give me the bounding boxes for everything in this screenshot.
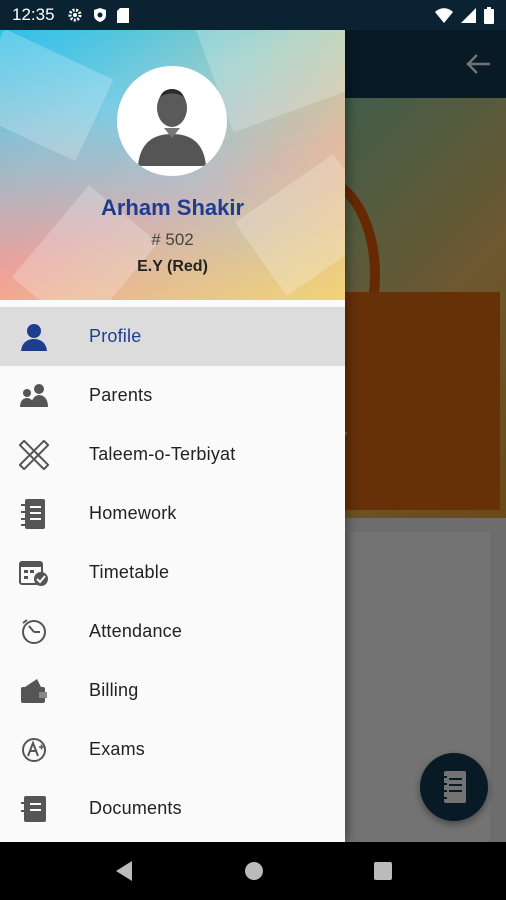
drawer-header: Arham Shakir # 502 E.Y (Red) — [0, 30, 345, 300]
menu-item-timetable[interactable]: Timetable — [0, 543, 345, 602]
menu-item-profile[interactable]: Profile — [0, 307, 345, 366]
header-shard — [0, 30, 114, 162]
menu-item-billing[interactable]: Billing — [0, 661, 345, 720]
menu-item-label: Exams — [89, 739, 146, 759]
menu-item-label: Attendance — [89, 621, 183, 641]
avatar[interactable] — [117, 66, 227, 176]
user-silhouette-icon — [138, 89, 206, 166]
tools-icon — [18, 439, 50, 471]
menu-item-exams[interactable]: Exams — [0, 720, 345, 779]
user-id: # 502 — [151, 230, 194, 249]
wallet-icon — [18, 675, 50, 707]
menu-item-label: Parents — [89, 385, 153, 405]
navigation-drawer: Arham Shakir # 502 E.Y (Red) Profile Par… — [0, 30, 345, 842]
drawer-menu: Profile Parents Taleem-o-Terbiyat Homewo… — [0, 307, 345, 838]
settings-gear-icon — [68, 8, 82, 22]
menu-item-label: Profile — [89, 326, 142, 346]
clock-icon — [18, 616, 50, 648]
menu-item-homework[interactable]: Homework — [0, 484, 345, 543]
menu-item-label: Homework — [89, 503, 177, 523]
menu-item-label: Timetable — [89, 562, 170, 582]
shield-icon — [93, 8, 106, 22]
nav-home-icon[interactable] — [244, 861, 264, 881]
user-class: E.Y (Red) — [137, 258, 208, 275]
menu-item-attendance[interactable]: Attendance — [0, 602, 345, 661]
menu-item-documents[interactable]: Documents — [0, 779, 345, 838]
notebook-icon — [18, 498, 50, 530]
documents-icon — [18, 793, 50, 825]
status-bar: 12:35 — [0, 0, 506, 30]
menu-item-parents[interactable]: Parents — [0, 366, 345, 425]
user-name: Arham Shakir — [100, 195, 245, 220]
grade-icon — [18, 734, 50, 766]
person-icon — [18, 321, 50, 353]
nav-recents-icon[interactable] — [374, 862, 392, 880]
menu-item-taleem-o-terbiyat[interactable]: Taleem-o-Terbiyat — [0, 425, 345, 484]
status-time: 12:35 — [12, 5, 55, 24]
sd-card-icon — [116, 7, 129, 23]
calendar-check-icon — [18, 557, 50, 589]
nav-back-icon[interactable] — [114, 860, 134, 882]
system-nav-bar — [0, 842, 506, 900]
signal-icon — [461, 7, 476, 23]
wifi-icon — [435, 7, 453, 23]
parents-icon — [18, 380, 50, 412]
menu-item-label: Documents — [89, 798, 182, 818]
menu-item-label: Billing — [89, 680, 139, 700]
menu-item-label: Taleem-o-Terbiyat — [89, 444, 236, 464]
battery-icon — [484, 6, 494, 24]
